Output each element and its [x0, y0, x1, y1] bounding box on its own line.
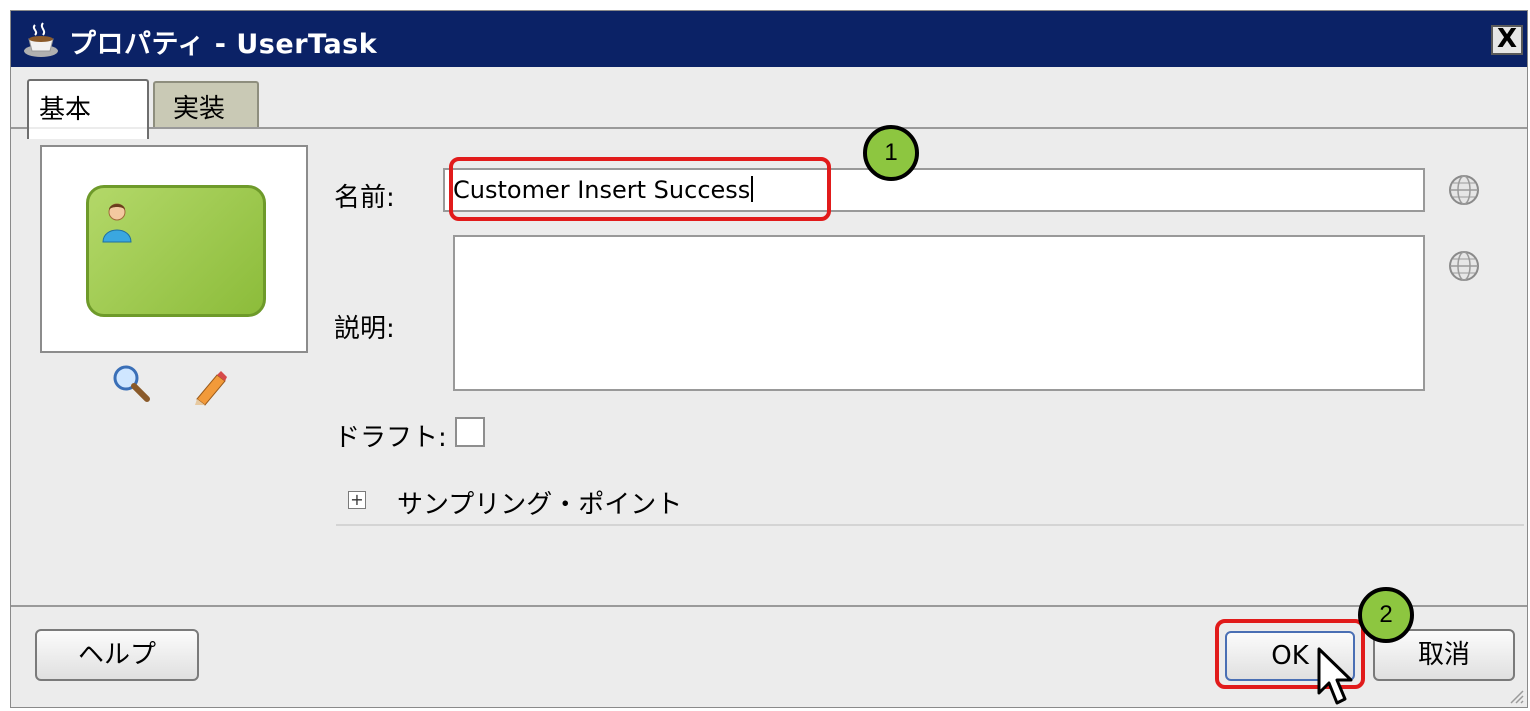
tab-basic[interactable]: 基本	[27, 79, 149, 139]
description-textarea[interactable]	[453, 235, 1425, 391]
section-divider	[336, 524, 1524, 526]
name-highlight-box	[449, 157, 831, 221]
help-button[interactable]: ヘルプ	[35, 629, 199, 681]
globe-icon[interactable]	[1447, 173, 1481, 207]
window-title: プロパティ - UserTask	[69, 29, 378, 60]
task-preview-panel	[40, 145, 308, 353]
sampling-points-label[interactable]: サンプリング・ポイント	[397, 484, 682, 521]
properties-dialog: プロパティ - UserTask X 実装 基本 名前: Customer In…	[10, 10, 1528, 708]
name-label: 名前:	[334, 183, 395, 213]
user-task-shape	[86, 185, 266, 317]
draft-label: ドラフト:	[334, 423, 447, 453]
draft-checkbox[interactable]	[455, 417, 485, 447]
globe-icon[interactable]	[1447, 249, 1481, 283]
coffee-cup-icon	[24, 22, 58, 57]
description-label: 説明:	[334, 314, 395, 344]
resize-grip-icon[interactable]	[1505, 685, 1525, 705]
mouse-pointer-icon	[1317, 647, 1353, 705]
title-bar[interactable]: プロパティ - UserTask X	[11, 11, 1527, 67]
magnifier-icon[interactable]	[111, 363, 151, 403]
plus-box-icon[interactable]: +	[348, 491, 366, 509]
tab-implementation[interactable]: 実装	[153, 81, 259, 127]
footer-divider	[11, 605, 1527, 607]
user-icon	[102, 203, 132, 243]
tab-divider	[11, 127, 1527, 129]
callout-badge-1: 1	[863, 125, 919, 181]
pencil-icon[interactable]	[189, 367, 229, 407]
close-button[interactable]: X	[1491, 25, 1523, 55]
callout-badge-2: 2	[1358, 587, 1414, 643]
active-tab-gap	[29, 127, 147, 129]
